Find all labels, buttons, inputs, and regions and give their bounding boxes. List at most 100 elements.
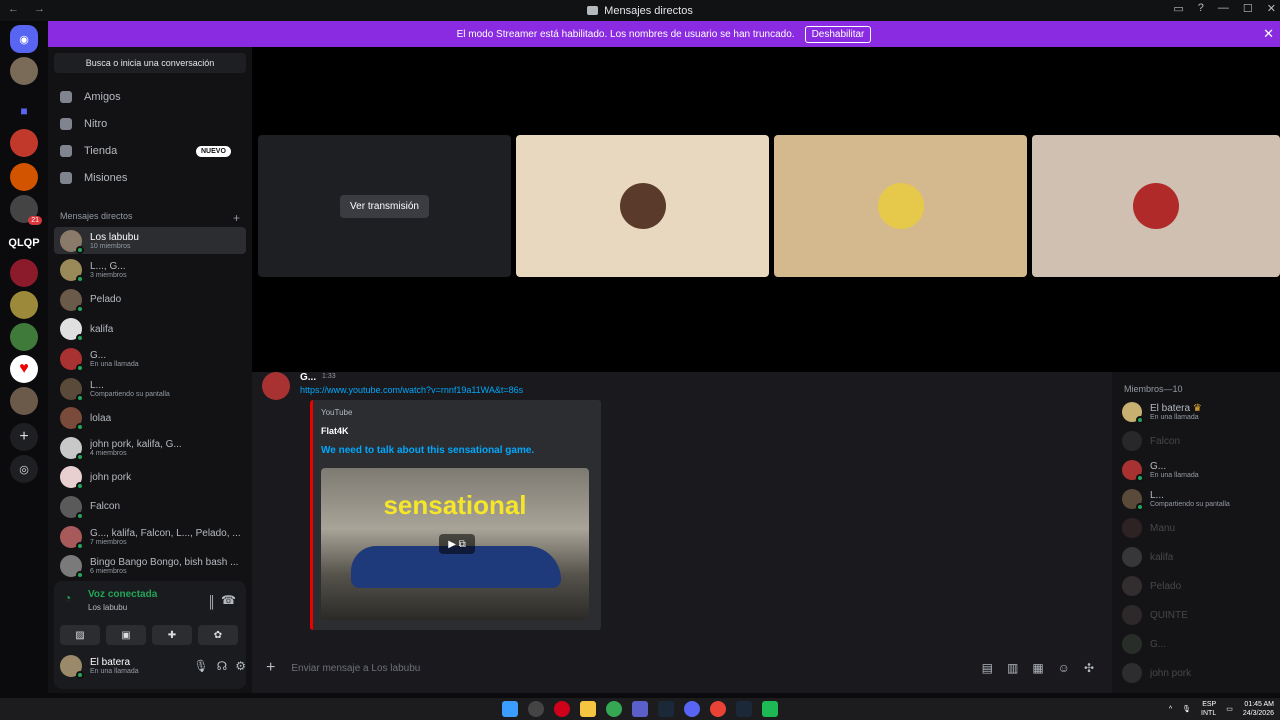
discover-icon[interactable]: ◎ bbox=[10, 455, 38, 483]
dm-item[interactable]: L..., G... 3 miembros bbox=[54, 257, 246, 284]
noise-suppression-icon[interactable]: ║ bbox=[207, 595, 216, 609]
search-input[interactable]: Busca o inicia una conversación bbox=[54, 53, 246, 73]
nav-shop[interactable]: Tienda bbox=[60, 145, 117, 157]
chrome-icon[interactable] bbox=[606, 701, 622, 717]
dm-item[interactable]: Falcon bbox=[54, 493, 246, 520]
dm-item[interactable]: Bingo Bango Bongo, bish bash ... 6 miembr… bbox=[54, 553, 246, 580]
dm-item[interactable]: john pork, kalifa, G... 4 miembros bbox=[54, 434, 246, 461]
dm-name: Falcon bbox=[90, 501, 121, 513]
app-icon[interactable] bbox=[762, 701, 778, 717]
inbox-icon[interactable]: ▭ bbox=[1173, 2, 1183, 15]
disable-streamer-button[interactable]: Deshabilitar bbox=[804, 25, 872, 43]
member-item[interactable]: G... bbox=[1122, 634, 1166, 654]
member-item[interactable]: G... En una llamada bbox=[1122, 460, 1199, 482]
activities-button[interactable]: ✚ bbox=[152, 625, 192, 645]
steam-icon[interactable] bbox=[736, 701, 752, 717]
participant-tile[interactable] bbox=[774, 135, 1027, 277]
dm-item[interactable]: Los labubu 10 miembros bbox=[54, 227, 246, 254]
banner-close-icon[interactable]: ✕ bbox=[1263, 26, 1274, 42]
member-item[interactable]: L... Compartiendo su pantalla bbox=[1122, 489, 1230, 511]
dm-item[interactable]: G... En una llamada bbox=[54, 345, 246, 372]
dm-item[interactable]: Pelado bbox=[54, 286, 246, 313]
server-icon[interactable] bbox=[10, 323, 38, 351]
discord-home-icon[interactable]: ◉ bbox=[10, 25, 38, 53]
opera-icon[interactable] bbox=[554, 701, 570, 717]
discord-taskbar-icon[interactable] bbox=[684, 701, 700, 717]
avatar[interactable] bbox=[60, 655, 84, 679]
teams-icon[interactable] bbox=[632, 701, 648, 717]
minimize-button[interactable]: — bbox=[1218, 2, 1229, 15]
disconnect-icon[interactable]: ☎ bbox=[221, 593, 236, 607]
server-icon[interactable] bbox=[10, 57, 38, 85]
add-dm-icon[interactable]: + bbox=[233, 211, 240, 225]
steam-icon[interactable] bbox=[658, 701, 674, 717]
nav-friends[interactable]: Amigos bbox=[60, 91, 121, 103]
dm-item[interactable]: kalifa bbox=[54, 316, 246, 343]
soundboard-button[interactable]: ✿ bbox=[198, 625, 238, 645]
server-icon[interactable] bbox=[10, 291, 38, 319]
history-nav-buttons[interactable]: ← → bbox=[8, 3, 51, 15]
dm-item[interactable]: john pork bbox=[54, 464, 246, 491]
member-item[interactable]: Manu bbox=[1122, 518, 1175, 538]
app-icon[interactable] bbox=[528, 701, 544, 717]
gif-icon[interactable]: ▥ bbox=[1007, 661, 1018, 675]
folder-icon[interactable]: ■ bbox=[10, 97, 38, 125]
help-icon[interactable]: ? bbox=[1198, 2, 1204, 15]
server-icon[interactable]: 21 bbox=[10, 195, 42, 225]
play-icon[interactable]: ▶ ⧉ bbox=[439, 534, 475, 554]
server-icon[interactable] bbox=[10, 129, 38, 157]
message-input[interactable]: Enviar mensaje a Los labubu bbox=[291, 663, 420, 674]
mic-tray-icon[interactable]: 🎙 bbox=[1182, 705, 1191, 713]
headphones-icon[interactable]: ☊ bbox=[217, 659, 228, 673]
server-icon[interactable] bbox=[10, 387, 38, 415]
embed-title[interactable]: We need to talk about this sensational g… bbox=[321, 445, 534, 456]
dm-item[interactable]: G..., kalifa, Falcon, L..., Pelado, ... 7… bbox=[54, 523, 246, 550]
explorer-icon[interactable] bbox=[580, 701, 596, 717]
chrome-icon[interactable] bbox=[710, 701, 726, 717]
emoji-icon[interactable]: ☺ bbox=[1058, 661, 1070, 675]
member-item[interactable]: john pork bbox=[1122, 663, 1191, 683]
settings-gear-icon[interactable]: ⚙ bbox=[235, 659, 246, 673]
dm-item[interactable]: lolaa bbox=[54, 405, 246, 432]
add-attachment-icon[interactable]: + bbox=[266, 659, 275, 677]
voice-channel[interactable]: Los labubu bbox=[88, 603, 127, 612]
maximize-button[interactable]: ☐ bbox=[1243, 2, 1253, 15]
member-item[interactable]: Pelado bbox=[1122, 576, 1181, 596]
participant-tile[interactable] bbox=[1032, 135, 1280, 277]
member-item[interactable]: kalifa bbox=[1122, 547, 1173, 567]
nav-nitro[interactable]: Nitro bbox=[60, 118, 107, 130]
close-button[interactable]: ✕ bbox=[1267, 2, 1276, 15]
message-author[interactable]: G... bbox=[300, 372, 316, 383]
watch-stream-button[interactable]: Ver transmisión bbox=[340, 194, 429, 218]
language-indicator[interactable]: ESP INTL bbox=[1201, 700, 1216, 718]
clock[interactable]: 01:45 AM 24/3/2026 bbox=[1243, 700, 1274, 718]
sticker-icon[interactable]: ▦ bbox=[1032, 661, 1043, 675]
heart-server-icon[interactable]: ♥ bbox=[10, 355, 38, 383]
nav-quests[interactable]: Misiones bbox=[60, 172, 127, 184]
participant-tile[interactable] bbox=[516, 135, 769, 277]
video-thumbnail[interactable]: sensational ▶ ⧉ bbox=[321, 468, 589, 620]
apps-icon[interactable]: ✣ bbox=[1084, 661, 1094, 675]
member-item[interactable]: El batera ♛ En una llamada bbox=[1122, 402, 1202, 424]
camera-button[interactable]: ▨ bbox=[60, 625, 100, 645]
chevron-up-icon[interactable]: ^ bbox=[1169, 706, 1172, 713]
embed-provider[interactable]: YouTube bbox=[321, 408, 352, 417]
folder-label[interactable]: QLQP bbox=[6, 229, 42, 257]
embed-author[interactable]: Flat4K bbox=[321, 426, 349, 436]
voice-status[interactable]: Voz conectada bbox=[88, 589, 157, 600]
screen-share-button[interactable]: ▣ bbox=[106, 625, 146, 645]
avatar bbox=[1122, 576, 1142, 596]
dm-item[interactable]: L... Compartiendo su pantalla bbox=[54, 375, 246, 402]
message-link[interactable]: https://www.youtube.com/watch?v=rnnf19a1… bbox=[300, 385, 523, 395]
network-icon[interactable]: ▭ bbox=[1226, 705, 1233, 713]
add-server-icon[interactable]: + bbox=[10, 423, 38, 451]
server-icon[interactable] bbox=[10, 259, 38, 287]
mic-icon[interactable]: 🎙 bbox=[193, 659, 208, 673]
member-item[interactable]: Falcon bbox=[1122, 431, 1180, 451]
gift-icon[interactable]: ▤ bbox=[982, 661, 993, 675]
start-icon[interactable] bbox=[502, 701, 518, 717]
stream-tile[interactable]: Ver transmisión bbox=[258, 135, 511, 277]
member-item[interactable]: QUINTE bbox=[1122, 605, 1188, 625]
avatar[interactable] bbox=[262, 372, 290, 400]
server-icon[interactable] bbox=[10, 163, 38, 191]
